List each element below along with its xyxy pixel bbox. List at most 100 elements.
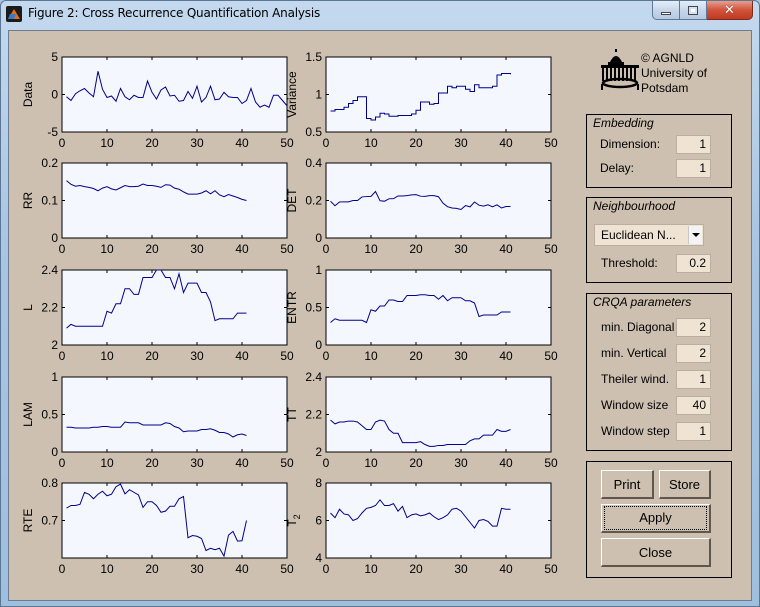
y-axis-label-subscript: 2 [292, 514, 302, 519]
y-axis-label: Variance [285, 71, 299, 118]
axes-data: 0 10 20 30 40 50 -5 0 5 Data [12, 47, 317, 167]
x-tick-label: 40 [499, 242, 513, 256]
x-tick-label: 10 [364, 562, 378, 576]
norm-select[interactable]: Euclidean N... [594, 224, 704, 246]
theiler-window-label: Theiler wind. [601, 372, 670, 386]
y-tick-label: 1 [315, 88, 322, 102]
x-tick-label: 10 [364, 242, 378, 256]
x-tick-label: 10 [100, 136, 114, 150]
plot-group: 0 10 20 30 40 50 0 0.5 1 ENTR [285, 263, 558, 363]
matlab-logo-icon [6, 6, 22, 22]
chart-svg: 0 10 20 30 40 5000.10.2RR [21, 156, 294, 256]
window-size-label: Window size [601, 398, 669, 412]
axes-tt: 0 10 20 30 40 50 2 2.2 2.4 TT [276, 367, 581, 487]
x-tick-label: 20 [145, 242, 159, 256]
chart-svg: 0 10 20 30 40 50 0 0.5 1 ENTR [285, 263, 558, 363]
x-tick-label: 20 [145, 562, 159, 576]
theiler-window-input[interactable]: 1 [676, 370, 711, 389]
y-tick-label: 0.1 [41, 194, 58, 208]
credit-line-2: University of [641, 66, 708, 80]
y-tick-label: 4 [315, 551, 322, 565]
minimize-button[interactable] [652, 1, 680, 20]
min-diagonal-label: min. Diagonal [601, 320, 675, 334]
min-vertical-input[interactable]: 2 [676, 344, 711, 363]
x-tick-label: 10 [100, 349, 114, 363]
y-tick-label: 0.5 [305, 301, 322, 315]
window-size-input[interactable]: 40 [676, 396, 711, 415]
plot-group: 0 10 20 30 40 50 2 2.2 2.4 TT [285, 370, 558, 470]
x-tick-label: 30 [190, 456, 204, 470]
neighbourhood-title: Neighbourhood [593, 199, 676, 213]
dimension-input[interactable]: 1 [676, 135, 711, 154]
x-tick-label: 50 [544, 349, 558, 363]
x-tick-label: 30 [454, 349, 468, 363]
university-building-logo-icon [601, 49, 639, 90]
x-tick-label: 30 [454, 242, 468, 256]
plot-group: 0 10 20 30 40 5022.22.4L [21, 263, 294, 363]
x-tick-label: 40 [235, 136, 249, 150]
plot-group: 0 10 20 30 40 50-505Data [21, 50, 294, 150]
x-tick-label: 0 [59, 242, 66, 256]
apply-button[interactable]: Apply [601, 504, 711, 533]
x-tick-label: 30 [454, 456, 468, 470]
x-tick-label: 40 [499, 349, 513, 363]
copyright-credit: © AGNLD University of Potsdam [641, 51, 707, 96]
credit-line-3: Potsdam [641, 81, 689, 95]
chart-svg: 0 10 20 30 40 50 4 6 8 T2 [285, 476, 558, 576]
y-tick-label: 0.7 [41, 514, 58, 528]
x-tick-label: 40 [235, 349, 249, 363]
x-tick-label: 50 [544, 136, 558, 150]
axes-t2: 0 10 20 30 40 50 4 6 8 T2 [276, 473, 581, 593]
x-tick-label: 30 [454, 562, 468, 576]
window-title: Figure 2: Cross Recurrence Quantificatio… [28, 6, 321, 20]
x-tick-label: 10 [364, 456, 378, 470]
title-bar[interactable]: Figure 2: Cross Recurrence Quantificatio… [1, 1, 759, 27]
x-tick-label: 10 [364, 136, 378, 150]
y-tick-label: 8 [315, 476, 322, 490]
plot-group: 0 10 20 30 40 50 0 0.2 0.4 DET [285, 156, 558, 256]
figure-window: Figure 2: Cross Recurrence Quantificatio… [0, 0, 760, 607]
x-tick-label: 0 [323, 349, 330, 363]
close-icon: ✕ [724, 2, 735, 18]
window-step-input[interactable]: 1 [676, 422, 711, 441]
y-tick-label: -5 [47, 125, 58, 139]
y-axis-label: DET [285, 188, 299, 213]
actions-panel: Print Store Apply Close [586, 461, 732, 578]
norm-selected-value: Euclidean N... [601, 228, 676, 242]
x-tick-label: 10 [364, 349, 378, 363]
min-diagonal-input[interactable]: 2 [676, 318, 711, 337]
y-tick-label: 6 [315, 514, 322, 528]
print-button[interactable]: Print [601, 470, 654, 499]
y-tick-label: 0 [315, 231, 322, 245]
maximize-button[interactable] [680, 1, 707, 20]
plot-background [61, 376, 288, 453]
dimension-label: Dimension: [600, 137, 661, 151]
crqa-title: CRQA parameters [593, 295, 692, 309]
y-tick-label: 0.2 [41, 156, 58, 170]
y-tick-label: 1 [51, 370, 58, 384]
threshold-input[interactable]: 0.2 [676, 254, 711, 273]
delay-input[interactable]: 1 [676, 159, 711, 178]
axes-rte: 0 10 20 30 40 50 0.7 0.8 RTE [12, 473, 317, 593]
x-tick-label: 30 [190, 349, 204, 363]
x-tick-label: 10 [100, 242, 114, 256]
plot-background [325, 482, 552, 559]
y-axis-label: Data [21, 82, 35, 108]
y-tick-label: 0.5 [305, 125, 322, 139]
plot-group: 0 10 20 30 40 500.70.8RTE [21, 476, 294, 576]
x-tick-label: 20 [145, 349, 159, 363]
x-tick-label: 0 [323, 562, 330, 576]
y-tick-label: 1 [315, 263, 322, 277]
credit-line-1: © AGNLD [641, 51, 694, 65]
plot-background [61, 269, 288, 346]
chevron-down-icon[interactable] [688, 226, 702, 244]
window-step-label: Window step [601, 424, 670, 438]
store-button[interactable]: Store [659, 470, 711, 499]
close-button[interactable]: Close [601, 538, 711, 567]
x-tick-label: 0 [323, 242, 330, 256]
plot-group: 0 10 20 30 40 50 4 6 8 T2 [285, 476, 558, 576]
delay-label: Delay: [600, 161, 635, 175]
x-tick-label: 20 [409, 349, 423, 363]
close-window-button[interactable]: ✕ [707, 1, 753, 20]
axes-l: 0 10 20 30 40 50 2 2.2 2.4 L [12, 260, 317, 380]
